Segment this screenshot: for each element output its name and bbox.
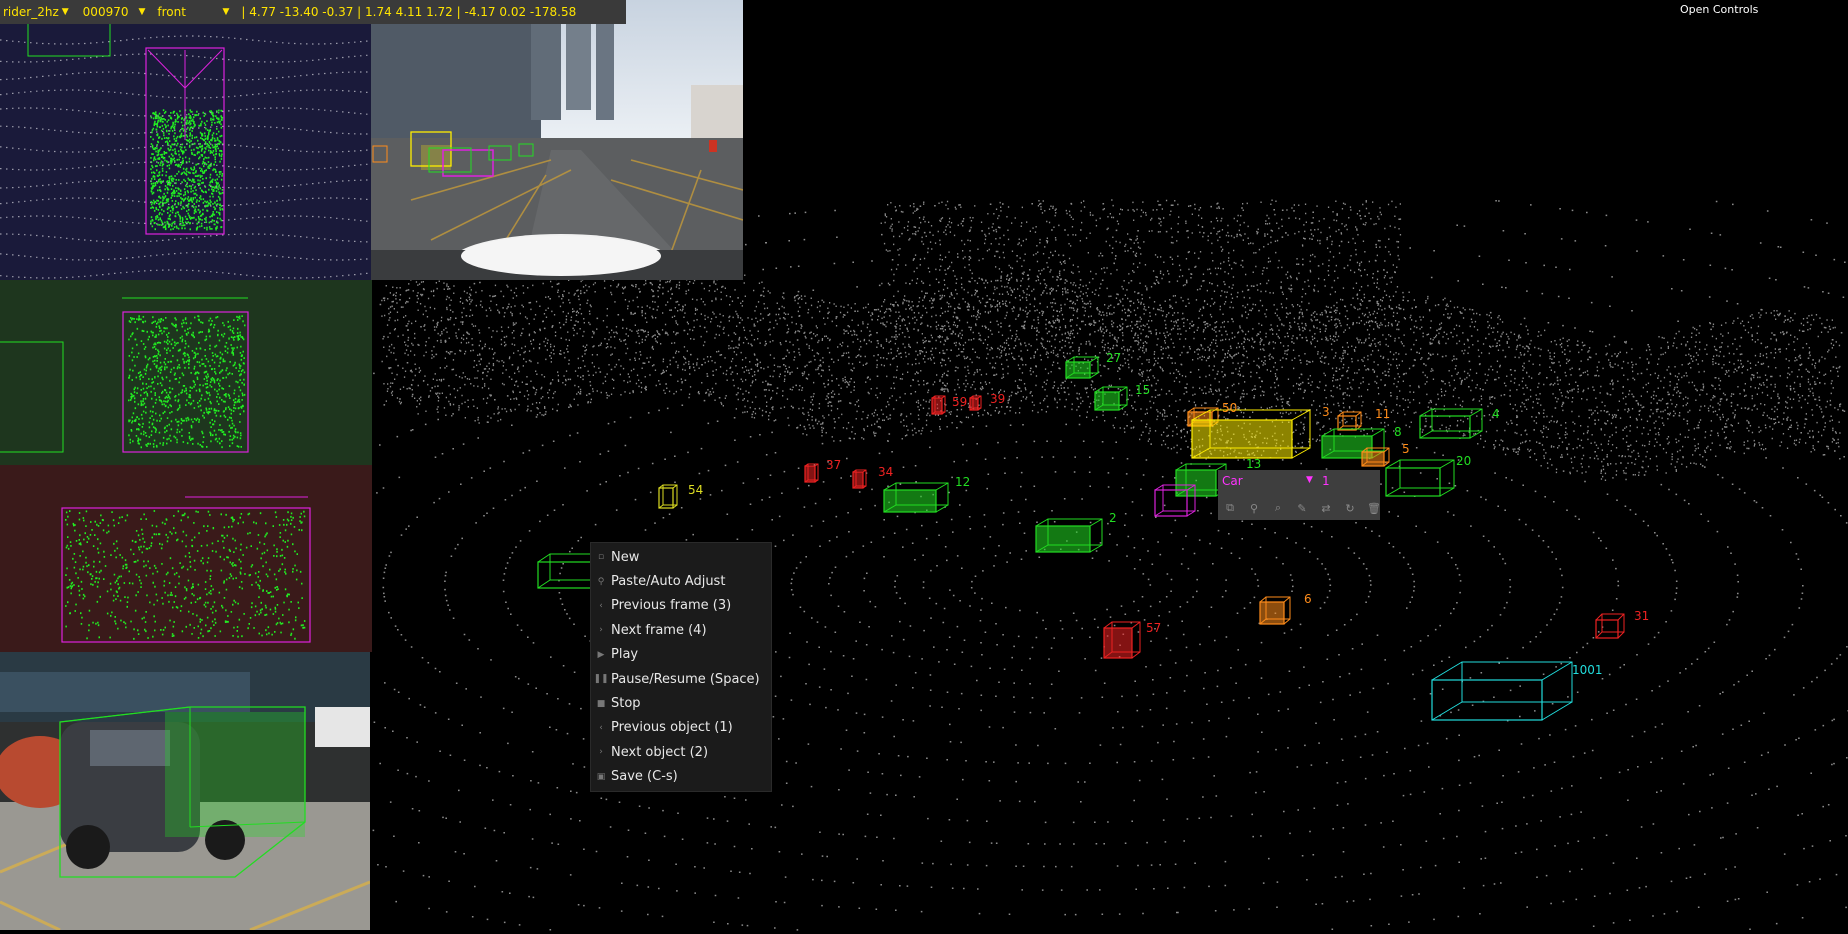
rear-view-canvas [61, 496, 311, 643]
header-bar: rider_2hz ▼ 000970 ▼ front ▼ | 4.77 -13.40 … [0, 0, 626, 24]
box-label: 54 [688, 483, 703, 497]
box-label: 57 [1146, 621, 1161, 635]
pause-icon: ❚❚ [593, 674, 609, 685]
menu-item-paste[interactable]: ⚲ Paste/Auto Adjust [591, 569, 771, 593]
box-label: 31 [1634, 609, 1649, 623]
box-scale: 1.74 4.11 1.72 [365, 5, 453, 19]
chevron-right-icon: › [599, 625, 603, 636]
chevron-left-icon: ‹ [599, 600, 603, 611]
menu-item-next-frame[interactable]: › Next frame (4) [591, 618, 771, 642]
box-image-canvas [0, 652, 370, 930]
menu-item-stop[interactable]: ■ Stop [591, 691, 771, 715]
stop-icon: ■ [596, 698, 606, 709]
box-label: 1001 [1572, 663, 1603, 677]
pin-icon[interactable]: ⚲ [1242, 498, 1266, 518]
context-menu: ▫ New ⚲ Paste/Auto Adjust ‹ Previous frame … [590, 542, 772, 792]
open-controls-button[interactable]: Open Controls [1680, 3, 1758, 16]
box-label: 8 [1394, 425, 1402, 439]
rear-view-panel[interactable] [0, 465, 372, 652]
box-label: 34 [878, 465, 893, 479]
dropdown-arrow-icon: ▼ [1306, 475, 1313, 485]
frame-name: 000970 [82, 5, 129, 19]
side-view-panel[interactable] [0, 280, 372, 465]
dropdown-arrow-icon: ▼ [61, 7, 69, 17]
box-label: 13 [1246, 457, 1261, 471]
box-label: 59 [952, 395, 967, 409]
box-label: 12 [955, 475, 970, 489]
object-class-select[interactable]: Car [1222, 474, 1243, 488]
top-view-panel[interactable] [0, 0, 371, 280]
edit-icon[interactable]: ✎ [1290, 498, 1314, 518]
box-label: 15 [1135, 383, 1150, 397]
box-label: 2 [1109, 511, 1117, 525]
box-label: 3 [1322, 405, 1330, 419]
menu-item-previous-frame[interactable]: ‹ Previous frame (3) [591, 594, 771, 618]
box-image-panel [0, 652, 370, 930]
camera-image [371, 0, 743, 280]
box-label: 50 [1222, 401, 1237, 415]
box-label: 39 [990, 392, 1005, 406]
top-view-canvas [0, 3, 368, 279]
menu-item-save[interactable]: ▣ Save (C-s) [591, 765, 771, 789]
box-label: 5 [1402, 442, 1410, 456]
menu-item-next-object[interactable]: › Next object (2) [591, 740, 771, 764]
dropdown-arrow-icon: ▼ [222, 7, 230, 17]
box-label: 6 [1304, 592, 1312, 606]
scene-name: rider_2hz [3, 5, 59, 19]
paste-icon: ⚲ [597, 576, 605, 587]
save-icon: ▣ [596, 771, 606, 782]
frame-select[interactable]: 000970 ▼ [80, 0, 149, 24]
side-view-canvas [0, 297, 249, 453]
object-id-input[interactable]: 1 [1322, 474, 1330, 488]
box-label: 4 [1492, 407, 1500, 421]
box-label: 11 [1375, 407, 1390, 421]
object-tools: ⧉ ⚲ ⌕ ✎ ⇄ ↻ 🗑 [1218, 498, 1386, 518]
new-icon: ▫ [597, 552, 605, 563]
menu-item-previous-object[interactable]: ‹ Previous object (1) [591, 716, 771, 740]
copy-icon[interactable]: ⧉ [1218, 498, 1242, 518]
box-label: 20 [1456, 454, 1471, 468]
chevron-left-icon: ‹ [599, 722, 603, 733]
box-label: 27 [1106, 351, 1121, 365]
dropdown-arrow-icon: ▼ [138, 7, 146, 17]
menu-item-pause[interactable]: ❚❚ Pause/Resume (Space) [591, 667, 771, 691]
menu-item-play[interactable]: ▶ Play [591, 643, 771, 667]
scene-select[interactable]: rider_2hz ▼ [0, 0, 72, 24]
camera-select[interactable]: front ▼ [154, 0, 232, 24]
chevron-right-icon: › [599, 747, 603, 758]
swap-icon[interactable]: ⇄ [1314, 498, 1338, 518]
camera-name: front [157, 5, 186, 19]
menu-item-new[interactable]: ▫ New [591, 545, 771, 569]
sync-icon[interactable]: ↻ [1338, 498, 1362, 518]
box-label: 37 [826, 458, 841, 472]
box-position: | 4.77 -13.40 -0.37 | 1.74 4.11 1.72 | -… [241, 5, 577, 19]
zoom-icon[interactable]: ⌕ [1266, 498, 1290, 518]
camera-scene [371, 0, 743, 280]
box-rotation: -4.17 0.02 -178.58 [464, 5, 577, 19]
delete-icon[interactable]: 🗑 [1362, 498, 1386, 518]
play-icon: ▶ [597, 649, 605, 660]
object-toolbar: Car ▼ 1 ⧉ ⚲ ⌕ ✎ ⇄ ↻ 🗑 [1218, 470, 1381, 520]
